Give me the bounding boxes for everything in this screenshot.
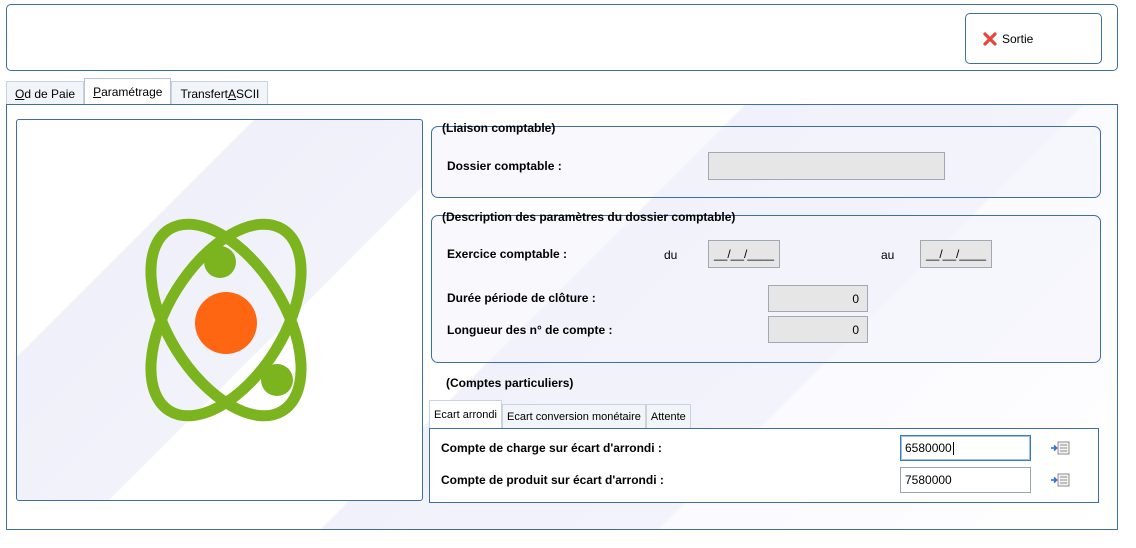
longueur-field[interactable]: 0 xyxy=(768,316,868,343)
lookup-list-icon[interactable] xyxy=(1050,441,1070,455)
comptes-title: (Comptes particuliers) xyxy=(446,376,574,390)
atom-icon xyxy=(145,218,307,422)
charge-label: Compte de charge sur écart d'arrondi : xyxy=(441,441,662,455)
charge-account-input[interactable]: 6580000 xyxy=(900,435,1031,461)
exercice-start-date[interactable]: __/__/____ xyxy=(708,240,780,268)
exercice-end-date[interactable]: __/__/____ xyxy=(920,240,992,268)
dossier-label: Dossier comptable : xyxy=(447,159,562,173)
dossier-field[interactable] xyxy=(708,152,945,180)
toolbar xyxy=(6,4,1118,71)
tab-ecart-arrondi[interactable]: Ecart arrondi xyxy=(429,400,502,428)
liaison-group-title: (Liaison comptable) xyxy=(442,121,556,135)
illustration-box xyxy=(16,119,423,501)
au-label: au xyxy=(881,248,895,262)
main-tabs: Od de Paie Paramétrage Transfert A SCII xyxy=(6,78,269,105)
description-group-title: (Description des paramètres du dossier c… xyxy=(442,210,736,224)
exit-button[interactable]: Sortie xyxy=(965,13,1102,64)
du-label: du xyxy=(664,248,678,262)
close-x-icon xyxy=(983,31,997,46)
produit-account-input[interactable]: 7580000 xyxy=(900,467,1031,493)
exercice-label: Exercice comptable : xyxy=(447,247,568,261)
tab-ecart-conversion[interactable]: Ecart conversion monétaire xyxy=(501,404,646,428)
longueur-label: Longueur des n° de compte : xyxy=(447,323,613,337)
duree-field[interactable]: 0 xyxy=(768,285,868,312)
tab-transfert-ascii[interactable]: Transfert A SCII xyxy=(171,81,269,105)
tab-parametrage[interactable]: Paramétrage xyxy=(84,78,172,105)
produit-label: Compte de produit sur écart d'arrondi : xyxy=(441,473,664,487)
lookup-list-icon[interactable] xyxy=(1050,473,1070,487)
tab-od-de-paie[interactable]: Od de Paie xyxy=(6,81,85,105)
description-group xyxy=(431,215,1101,363)
tab-attente[interactable]: Attente xyxy=(645,404,691,428)
comptes-subtabs: Ecart arrondi Ecart conversion monétaire… xyxy=(429,400,691,428)
exit-button-label: Sortie xyxy=(1002,31,1034,46)
duree-label: Durée période de clôture : xyxy=(447,291,596,305)
